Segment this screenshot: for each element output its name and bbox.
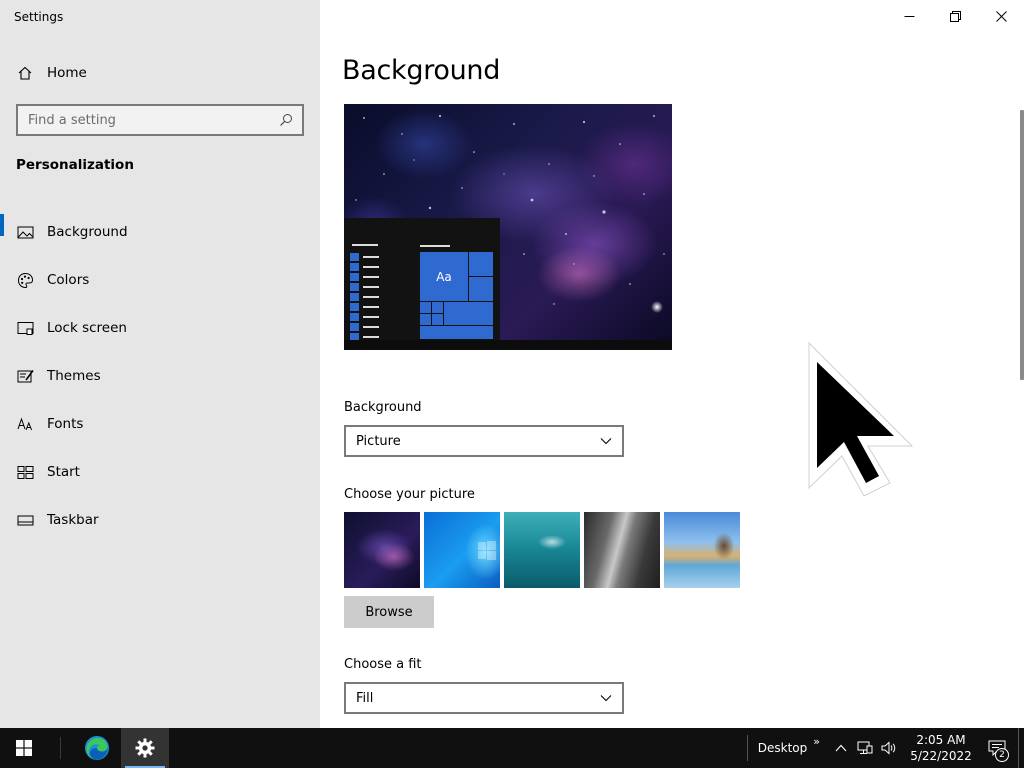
preview-start-menu: Aa <box>344 218 500 342</box>
sidebar-item-label: Colors <box>47 272 90 288</box>
preview-tiles-header <box>420 245 450 247</box>
close-icon <box>995 10 1007 22</box>
palette-icon <box>16 271 34 289</box>
sidebar-item-taskbar[interactable]: Taskbar <box>0 496 320 544</box>
picture-thumbnail-rock[interactable] <box>584 512 660 588</box>
preview-tile <box>468 251 494 277</box>
sidebar-item-colors[interactable]: Colors <box>0 256 320 304</box>
taskbar-icon <box>16 511 34 529</box>
sidebar-item-background[interactable]: Background <box>0 208 320 256</box>
vertical-scrollbar[interactable] <box>1020 110 1024 380</box>
dropdown-value: Picture <box>356 433 401 449</box>
browse-button[interactable]: Browse <box>344 596 434 628</box>
chevron-down-icon <box>600 438 612 445</box>
restore-icon <box>949 10 961 22</box>
settings-sidebar: Settings Home Personalization Background… <box>0 0 320 728</box>
section-title: Personalization <box>16 157 134 173</box>
taskbar-clock[interactable]: 2:05 AM 5/22/2022 <box>906 732 976 764</box>
sidebar-item-label: Taskbar <box>47 512 99 528</box>
background-type-label: Background <box>344 400 422 415</box>
picture-thumbnail-underwater[interactable] <box>504 512 580 588</box>
sidebar-item-label: Start <box>47 464 80 480</box>
desktop-toolbar-chevron-icon[interactable]: » <box>813 735 820 748</box>
preview-taskbar <box>344 340 672 350</box>
search-input[interactable] <box>18 112 274 128</box>
windows-start-icon <box>16 740 32 756</box>
preview-tile-large: Aa <box>419 251 469 302</box>
windows-logo-icon <box>478 541 496 560</box>
choose-picture-label: Choose your picture <box>344 487 475 502</box>
start-grid-icon <box>16 463 34 481</box>
volume-button[interactable] <box>878 728 900 768</box>
restore-button[interactable] <box>932 0 978 32</box>
minimize-button[interactable] <box>886 0 932 32</box>
background-type-dropdown[interactable]: Picture <box>344 425 624 457</box>
app-title: Settings <box>14 10 64 24</box>
clock-time: 2:05 AM <box>916 733 966 747</box>
settings-gear-icon <box>135 738 155 758</box>
picture-thumbnail-galaxy[interactable] <box>344 512 420 588</box>
close-button[interactable] <box>978 0 1024 32</box>
lock-screen-icon <box>16 319 34 337</box>
home-icon <box>16 64 34 82</box>
desktop-toolbar-label[interactable]: Desktop <box>758 741 808 755</box>
taskbar: Desktop » 2:05 AM 5/22/2022 2 <box>0 728 1024 768</box>
taskbar-settings-button[interactable] <box>121 728 169 768</box>
sidebar-item-label: Lock screen <box>47 320 127 336</box>
system-tray: Desktop » 2:05 AM 5/22/2022 2 <box>746 728 1024 768</box>
dropdown-value: Fill <box>356 690 374 706</box>
search-box[interactable] <box>16 104 304 136</box>
clock-date: 5/22/2022 <box>910 749 972 763</box>
picture-thumbnail-windows[interactable] <box>424 512 500 588</box>
tray-separator <box>746 735 748 761</box>
edge-icon <box>85 736 109 760</box>
sidebar-item-start[interactable]: Start <box>0 448 320 496</box>
picture-thumbnail-beach[interactable] <box>664 512 740 588</box>
preview-tile <box>468 276 494 302</box>
sidebar-item-lock-screen[interactable]: Lock screen <box>0 304 320 352</box>
action-center-button[interactable]: 2 <box>976 728 1018 768</box>
picture-thumbnails <box>344 512 740 588</box>
background-preview: Aa <box>344 104 672 350</box>
show-desktop-button[interactable] <box>1018 728 1024 768</box>
taskbar-edge-button[interactable] <box>73 728 121 768</box>
preview-tile <box>419 325 494 340</box>
preview-app-list <box>350 244 379 342</box>
fonts-icon <box>16 415 34 433</box>
preview-tile <box>443 301 494 327</box>
preview-list-header <box>352 244 378 246</box>
home-nav-item[interactable]: Home <box>0 60 320 86</box>
sidebar-item-themes[interactable]: Themes <box>0 352 320 400</box>
page-title: Background <box>342 55 501 86</box>
sidebar-item-fonts[interactable]: Fonts <box>0 400 320 448</box>
sidebar-item-label: Background <box>47 224 128 240</box>
themes-brush-icon <box>16 367 34 385</box>
search-icon[interactable] <box>274 113 298 127</box>
minimize-icon <box>904 15 914 17</box>
choose-fit-label: Choose a fit <box>344 657 422 672</box>
chevron-up-icon <box>835 744 847 752</box>
chevron-down-icon <box>600 695 612 702</box>
preview-tile-text: Aa <box>436 269 452 284</box>
show-hidden-icons-button[interactable] <box>830 728 852 768</box>
network-icon <box>857 741 873 754</box>
background-settings-page: Background Aa Background Picture Choose … <box>320 0 1024 728</box>
taskbar-separator <box>60 737 61 759</box>
network-button[interactable] <box>854 728 876 768</box>
sidebar-item-label: Themes <box>47 368 101 384</box>
window-controls <box>886 0 1024 32</box>
fit-dropdown[interactable]: Fill <box>344 682 624 714</box>
notification-count-badge: 2 <box>995 748 1009 762</box>
sidebar-nav: Background Colors Lock screen Themes Fon… <box>0 208 320 544</box>
picture-icon <box>16 223 34 241</box>
sidebar-item-label: Fonts <box>47 416 84 432</box>
start-button[interactable] <box>0 728 48 768</box>
volume-icon <box>881 741 896 755</box>
home-label: Home <box>47 65 87 81</box>
